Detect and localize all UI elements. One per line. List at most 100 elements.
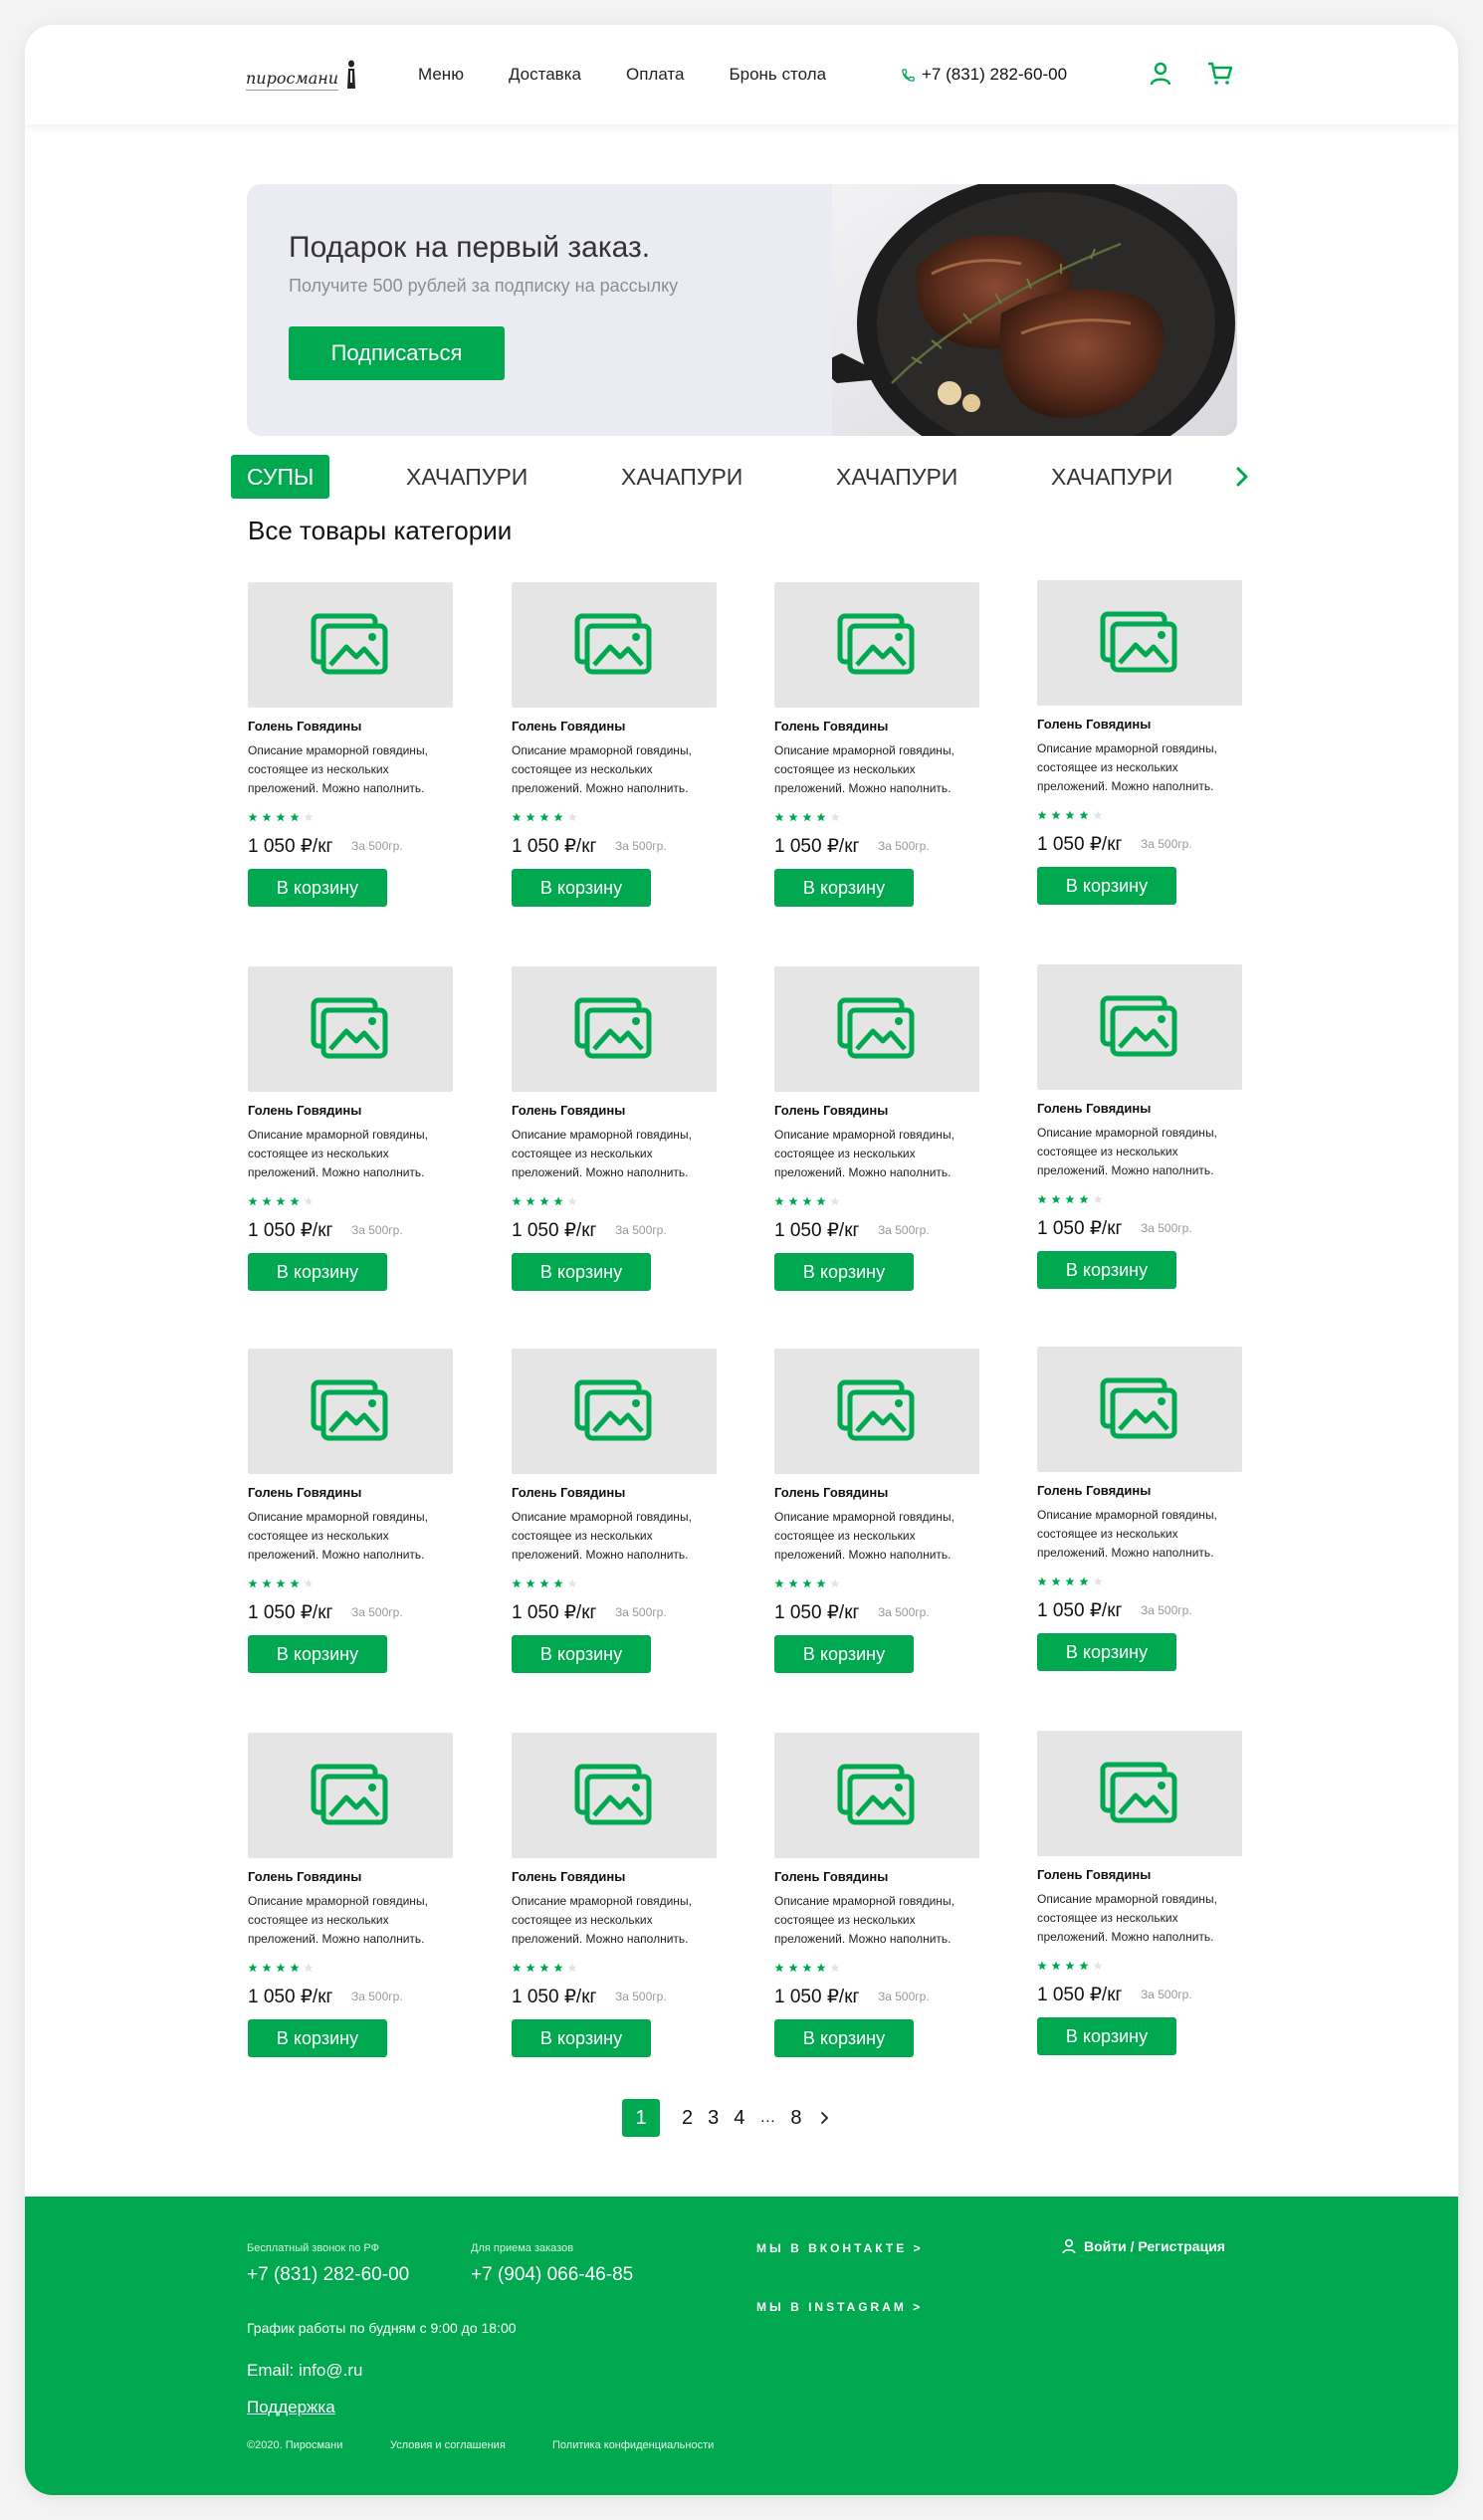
product-card[interactable]: Голень Говядины Описание мраморной говяди… xyxy=(774,966,979,1310)
product-name[interactable]: Голень Говядины xyxy=(248,1869,361,1884)
product-card[interactable]: Голень Говядины Описание мраморной говяди… xyxy=(512,1349,717,1692)
product-card[interactable]: Голень Говядины Описание мраморной говяди… xyxy=(1037,580,1242,924)
add-to-cart-button[interactable]: В корзину xyxy=(512,1253,651,1291)
subscribe-button[interactable]: Подписаться xyxy=(289,326,505,380)
product-image-placeholder[interactable] xyxy=(248,582,453,708)
add-to-cart-button[interactable]: В корзину xyxy=(774,1635,914,1673)
product-card[interactable]: Голень Говядины Описание мраморной говяди… xyxy=(248,1349,453,1692)
star-icon xyxy=(1093,1194,1103,1204)
product-card[interactable]: Голень Говядины Описание мраморной говяди… xyxy=(248,966,453,1310)
product-card[interactable]: Голень Говядины Описание мраморной говяди… xyxy=(1037,1347,1242,1690)
product-image-placeholder[interactable] xyxy=(1037,964,1242,1090)
product-card[interactable]: Голень Говядины Описание мраморной говяди… xyxy=(1037,1731,1242,2074)
vk-link[interactable]: МЫ В ВКОНТАКТЕ > xyxy=(756,2241,924,2255)
product-image-placeholder[interactable] xyxy=(248,966,453,1092)
product-name[interactable]: Голень Говядины xyxy=(248,1485,361,1500)
product-image-placeholder[interactable] xyxy=(512,582,717,708)
terms-link[interactable]: Условия и соглашения xyxy=(390,2439,506,2451)
add-to-cart-button[interactable]: В корзину xyxy=(248,1635,387,1673)
logo[interactable]: пиросмани xyxy=(246,59,356,91)
product-card[interactable]: Голень Говядины Описание мраморной говяди… xyxy=(1037,964,1242,1308)
product-weight: За 500гр. xyxy=(615,1605,667,1619)
tab-khachapuri-3[interactable]: ХАЧАПУРИ xyxy=(836,455,957,499)
product-name[interactable]: Голень Говядины xyxy=(512,1485,625,1500)
product-name[interactable]: Голень Говядины xyxy=(512,1869,625,1884)
product-image-placeholder[interactable] xyxy=(774,1349,979,1474)
product-image-placeholder[interactable] xyxy=(512,1349,717,1474)
add-to-cart-button[interactable]: В корзину xyxy=(774,1253,914,1291)
product-card[interactable]: Голень Говядины Описание мраморной говяди… xyxy=(774,582,979,926)
page-8[interactable]: 8 xyxy=(790,2107,801,2130)
next-page-chevron-right-icon[interactable] xyxy=(817,2110,831,2126)
add-to-cart-button[interactable]: В корзину xyxy=(774,869,914,907)
add-to-cart-button[interactable]: В корзину xyxy=(512,869,651,907)
support-link[interactable]: Поддержка xyxy=(247,2398,335,2417)
add-to-cart-button[interactable]: В корзину xyxy=(1037,867,1176,905)
product-image-placeholder[interactable] xyxy=(774,966,979,1092)
product-name[interactable]: Голень Говядины xyxy=(774,1485,888,1500)
user-button[interactable] xyxy=(1146,59,1175,89)
product-image-placeholder[interactable] xyxy=(512,1733,717,1858)
page-1[interactable]: 1 xyxy=(622,2099,660,2137)
product-image-placeholder[interactable] xyxy=(1037,1347,1242,1472)
page-3[interactable]: 3 xyxy=(708,2107,719,2130)
product-name[interactable]: Голень Говядины xyxy=(774,1103,888,1118)
free-call-phone[interactable]: +7 (831) 282-60-00 xyxy=(247,2264,409,2286)
footer-email[interactable]: Email: info@.ru xyxy=(247,2361,362,2381)
nav-menu[interactable]: Меню xyxy=(418,65,464,85)
add-to-cart-button[interactable]: В корзину xyxy=(1037,1251,1176,1289)
add-to-cart-button[interactable]: В корзину xyxy=(512,1635,651,1673)
product-image-placeholder[interactable] xyxy=(774,582,979,708)
product-name[interactable]: Голень Говядины xyxy=(512,1103,625,1118)
tab-soups[interactable]: СУПЫ xyxy=(231,455,330,499)
product-name[interactable]: Голень Говядины xyxy=(1037,1483,1151,1498)
add-to-cart-button[interactable]: В корзину xyxy=(1037,2017,1176,2055)
product-card[interactable]: Голень Говядины Описание мраморной говяди… xyxy=(248,1733,453,2076)
product-name[interactable]: Голень Говядины xyxy=(1037,717,1151,732)
product-image-placeholder[interactable] xyxy=(248,1733,453,1858)
product-image-placeholder[interactable] xyxy=(248,1349,453,1474)
product-name[interactable]: Голень Говядины xyxy=(248,719,361,734)
add-to-cart-button[interactable]: В корзину xyxy=(248,1253,387,1291)
tab-khachapuri-2[interactable]: ХАЧАПУРИ xyxy=(621,455,742,499)
product-name[interactable]: Голень Говядины xyxy=(1037,1101,1151,1116)
page-2[interactable]: 2 xyxy=(682,2107,693,2130)
tab-khachapuri-1[interactable]: ХАЧАПУРИ xyxy=(406,455,528,499)
add-to-cart-button[interactable]: В корзину xyxy=(248,2019,387,2057)
nav-delivery[interactable]: Доставка xyxy=(509,65,581,85)
product-card[interactable]: Голень Говядины Описание мраморной говяди… xyxy=(774,1733,979,2076)
product-image-placeholder[interactable] xyxy=(512,966,717,1092)
product-name[interactable]: Голень Говядины xyxy=(248,1103,361,1118)
page-4[interactable]: 4 xyxy=(734,2107,744,2130)
product-card[interactable]: Голень Говядины Описание мраморной говяди… xyxy=(512,1733,717,2076)
product-description-line: преложений. Можно наполнить. xyxy=(774,781,952,795)
product-card[interactable]: Голень Говядины Описание мраморной говяди… xyxy=(512,966,717,1310)
product-card[interactable]: Голень Говядины Описание мраморной говяди… xyxy=(248,582,453,926)
login-link[interactable]: Войти / Регистрация xyxy=(1062,2238,1225,2254)
product-card[interactable]: Голень Говядины Описание мраморной говяди… xyxy=(774,1349,979,1692)
orders-phone[interactable]: +7 (904) 066-46-85 xyxy=(471,2264,633,2286)
product-name[interactable]: Голень Говядины xyxy=(774,719,888,734)
product-name[interactable]: Голень Говядины xyxy=(512,719,625,734)
product-name[interactable]: Голень Говядины xyxy=(774,1869,888,1884)
instagram-link[interactable]: МЫ В INSTAGRAM > xyxy=(756,2300,923,2314)
cart-button[interactable] xyxy=(1205,59,1235,89)
tabs-next-chevron-right-icon[interactable] xyxy=(1229,463,1255,491)
product-name[interactable]: Голень Говядины xyxy=(1037,1867,1151,1882)
star-icon xyxy=(1051,810,1061,820)
privacy-link[interactable]: Политика конфиденциальности xyxy=(552,2439,714,2451)
nav-payment[interactable]: Оплата xyxy=(626,65,684,85)
add-to-cart-button[interactable]: В корзину xyxy=(774,2019,914,2057)
header-phone[interactable]: +7 (831) 282-60-00 xyxy=(901,65,1067,85)
add-to-cart-button[interactable]: В корзину xyxy=(512,2019,651,2057)
product-image-placeholder[interactable] xyxy=(774,1733,979,1858)
tab-khachapuri-4[interactable]: ХАЧАПУРИ xyxy=(1051,455,1172,499)
product-card[interactable]: Голень Говядины Описание мраморной говяди… xyxy=(512,582,717,926)
promo-banner: Подарок на первый заказ. Получите 500 ру… xyxy=(247,184,1237,436)
product-image-placeholder[interactable] xyxy=(1037,580,1242,706)
add-to-cart-button[interactable]: В корзину xyxy=(248,869,387,907)
nav-booking[interactable]: Бронь стола xyxy=(729,65,826,85)
product-image-placeholder[interactable] xyxy=(1037,1731,1242,1856)
add-to-cart-button[interactable]: В корзину xyxy=(1037,1633,1176,1671)
schedule-text: График работы по будням с 9:00 до 18:00 xyxy=(247,2320,517,2336)
